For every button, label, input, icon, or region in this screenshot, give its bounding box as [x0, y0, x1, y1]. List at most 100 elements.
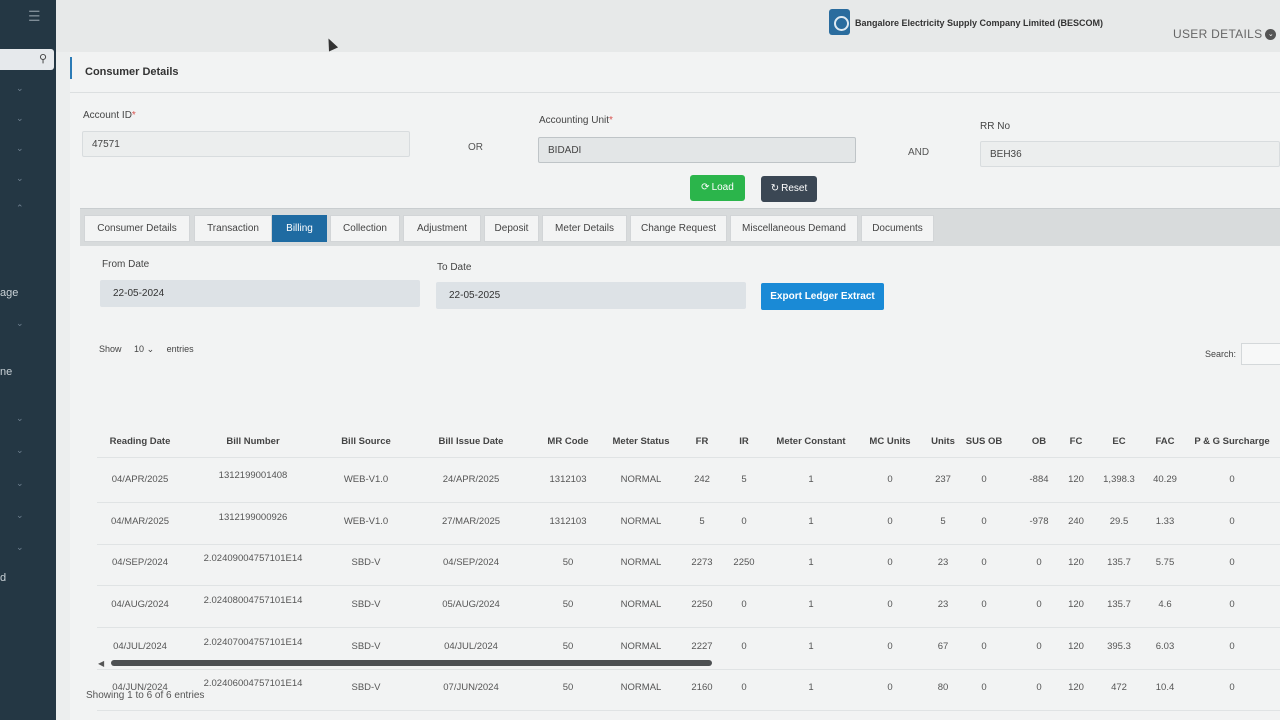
sidebar-item-label[interactable]: ne — [0, 366, 12, 378]
tab-miscellaneous-demand[interactable]: Miscellaneous Demand — [730, 215, 858, 242]
column-header-ec[interactable]: EC — [1112, 436, 1125, 447]
hamburger-icon[interactable]: ☰ — [28, 8, 41, 25]
chevron-down-icon[interactable]: ⌄ — [16, 318, 24, 329]
row-divider — [97, 710, 1280, 711]
header-divider — [97, 457, 1280, 458]
reset-button[interactable]: ↻ Reset — [761, 176, 817, 202]
sidebar-search-input[interactable]: ⚲ — [0, 49, 54, 70]
column-header-p-g-surcharge[interactable]: P & G Surcharge — [1194, 436, 1269, 447]
accounting-unit-label: Accounting Unit* — [539, 115, 613, 126]
tab-deposit[interactable]: Deposit — [484, 215, 539, 242]
chevron-down-icon[interactable]: ⌄ — [16, 83, 24, 94]
show-entries-control: Show 10 ⌄ entries — [99, 344, 194, 355]
entries-select[interactable]: 10 ⌄ — [134, 344, 154, 355]
to-date-input[interactable]: 22-05-2025 — [436, 282, 746, 309]
column-header-ob[interactable]: OB — [1032, 436, 1046, 447]
top-header: Bangalore Electricity Supply Company Lim… — [56, 0, 1280, 52]
chevron-down-icon[interactable]: ⌄ — [16, 413, 24, 424]
show-label: Show — [99, 344, 122, 354]
export-ledger-extract-button[interactable]: Export Ledger Extract — [761, 283, 884, 310]
chevron-down-icon[interactable]: ⌄ — [16, 173, 24, 184]
tab-collection[interactable]: Collection — [330, 215, 400, 242]
chevron-down-icon[interactable]: ⌄ — [16, 445, 24, 456]
table-search-input[interactable] — [1241, 343, 1280, 365]
cell-fc: 120 — [1068, 474, 1084, 485]
row-divider — [97, 544, 1280, 545]
chevron-down-icon[interactable]: ⌄ — [16, 478, 24, 489]
accounting-unit-select[interactable]: BIDADI — [538, 137, 856, 163]
cell-fr: 2227 — [691, 641, 713, 652]
column-header-bill-number[interactable]: Bill Number — [226, 436, 279, 447]
chevron-down-icon[interactable]: ⌄ — [16, 510, 24, 521]
column-header-mc-units[interactable]: MC Units — [869, 436, 910, 447]
tab-adjustment[interactable]: Adjustment — [403, 215, 481, 242]
cell-units: 237 — [935, 474, 951, 485]
cell-bill-issue-date: 24/APR/2025 — [442, 474, 500, 485]
column-header-meter-constant[interactable]: Meter Constant — [776, 436, 845, 447]
cell-ob: 0 — [1036, 641, 1042, 652]
cell-bill-number: 2.02409004757101E14 — [203, 553, 303, 564]
from-date-input[interactable]: 22-05-2024 — [100, 280, 420, 307]
horizontal-scrollbar[interactable]: ◀ — [98, 658, 1278, 668]
sidebar-item-label[interactable]: age — [0, 287, 18, 299]
chevron-up-icon[interactable]: ⌃ — [16, 203, 24, 214]
tab-meter-details[interactable]: Meter Details — [542, 215, 627, 242]
cell-ir: 0 — [741, 516, 747, 527]
column-header-fc[interactable]: FC — [1070, 436, 1083, 447]
cell-bill-number: 1312199001408 — [218, 470, 288, 481]
load-button[interactable]: ⟳ Load — [690, 175, 745, 201]
cell-bill-source: SBD-V — [351, 682, 381, 693]
cell-ob: -884 — [1029, 474, 1049, 485]
tab-consumer-details[interactable]: Consumer Details — [84, 215, 190, 242]
column-header-reading-date[interactable]: Reading Date — [110, 436, 171, 447]
cell-reading-date: 04/JUL/2024 — [113, 641, 167, 652]
cell-mc-units: 0 — [887, 682, 893, 693]
cell-sus-ob: 0 — [981, 557, 987, 568]
column-header-bill-source[interactable]: Bill Source — [341, 436, 391, 447]
chevron-down-icon[interactable]: ⌄ — [16, 113, 24, 124]
cell-mc-units: 0 — [887, 557, 893, 568]
cell-ec: 135.7 — [1107, 557, 1131, 568]
scroll-left-icon[interactable]: ◀ — [98, 659, 104, 668]
cell-p-g-surcharge: 0 — [1229, 599, 1235, 610]
column-header-fr[interactable]: FR — [696, 436, 709, 447]
cell-sus-ob: 0 — [981, 516, 987, 527]
cell-mc-units: 0 — [887, 641, 893, 652]
sidebar-item-label[interactable]: d — [0, 572, 6, 584]
column-header-fac[interactable]: FAC — [1156, 436, 1175, 447]
column-header-bill-issue-date[interactable]: Bill Issue Date — [439, 436, 504, 447]
search-icon[interactable]: ⚲ — [39, 52, 47, 65]
chevron-down-icon[interactable]: ⌄ — [16, 143, 24, 154]
rr-no-input[interactable]: BEH36 — [980, 141, 1280, 167]
column-header-meter-status[interactable]: Meter Status — [612, 436, 669, 447]
tab-billing[interactable]: Billing — [272, 215, 327, 242]
cell-meter-status: NORMAL — [620, 641, 662, 652]
account-id-label: Account ID* — [83, 110, 136, 121]
cell-bill-issue-date: 05/AUG/2024 — [442, 599, 500, 610]
column-header-mr-code[interactable]: MR Code — [547, 436, 588, 447]
user-details-menu[interactable]: USER DETAILS ⌄ — [1173, 27, 1277, 41]
tab-documents[interactable]: Documents — [861, 215, 934, 242]
scrollbar-thumb[interactable] — [111, 660, 712, 666]
from-date-label: From Date — [102, 259, 150, 270]
cell-fc: 120 — [1068, 682, 1084, 693]
cell-sus-ob: 0 — [981, 641, 987, 652]
cell-mc-units: 0 — [887, 516, 893, 527]
cell-ir: 0 — [741, 599, 747, 610]
rr-no-label: RR No — [980, 121, 1011, 132]
account-id-input[interactable]: 47571 — [82, 131, 410, 157]
table-info: Showing 1 to 6 of 6 entries — [86, 690, 205, 701]
cell-bill-issue-date: 27/MAR/2025 — [441, 516, 501, 527]
column-header-sus-ob[interactable]: SUS OB — [966, 436, 1002, 447]
cell-fac: 40.29 — [1153, 474, 1177, 485]
cell-bill-source: WEB-V1.0 — [343, 474, 389, 485]
column-header-ir[interactable]: IR — [739, 436, 749, 447]
cell-ec: 395.3 — [1107, 641, 1131, 652]
tab-change-request[interactable]: Change Request — [630, 215, 727, 242]
column-header-units[interactable]: Units — [931, 436, 955, 447]
cell-p-g-surcharge: 0 — [1229, 641, 1235, 652]
tab-transaction[interactable]: Transaction — [194, 215, 272, 242]
user-details-label: USER DETAILS — [1173, 27, 1263, 41]
cell-mr-code: 1312103 — [549, 516, 587, 527]
chevron-down-icon[interactable]: ⌄ — [16, 542, 24, 553]
